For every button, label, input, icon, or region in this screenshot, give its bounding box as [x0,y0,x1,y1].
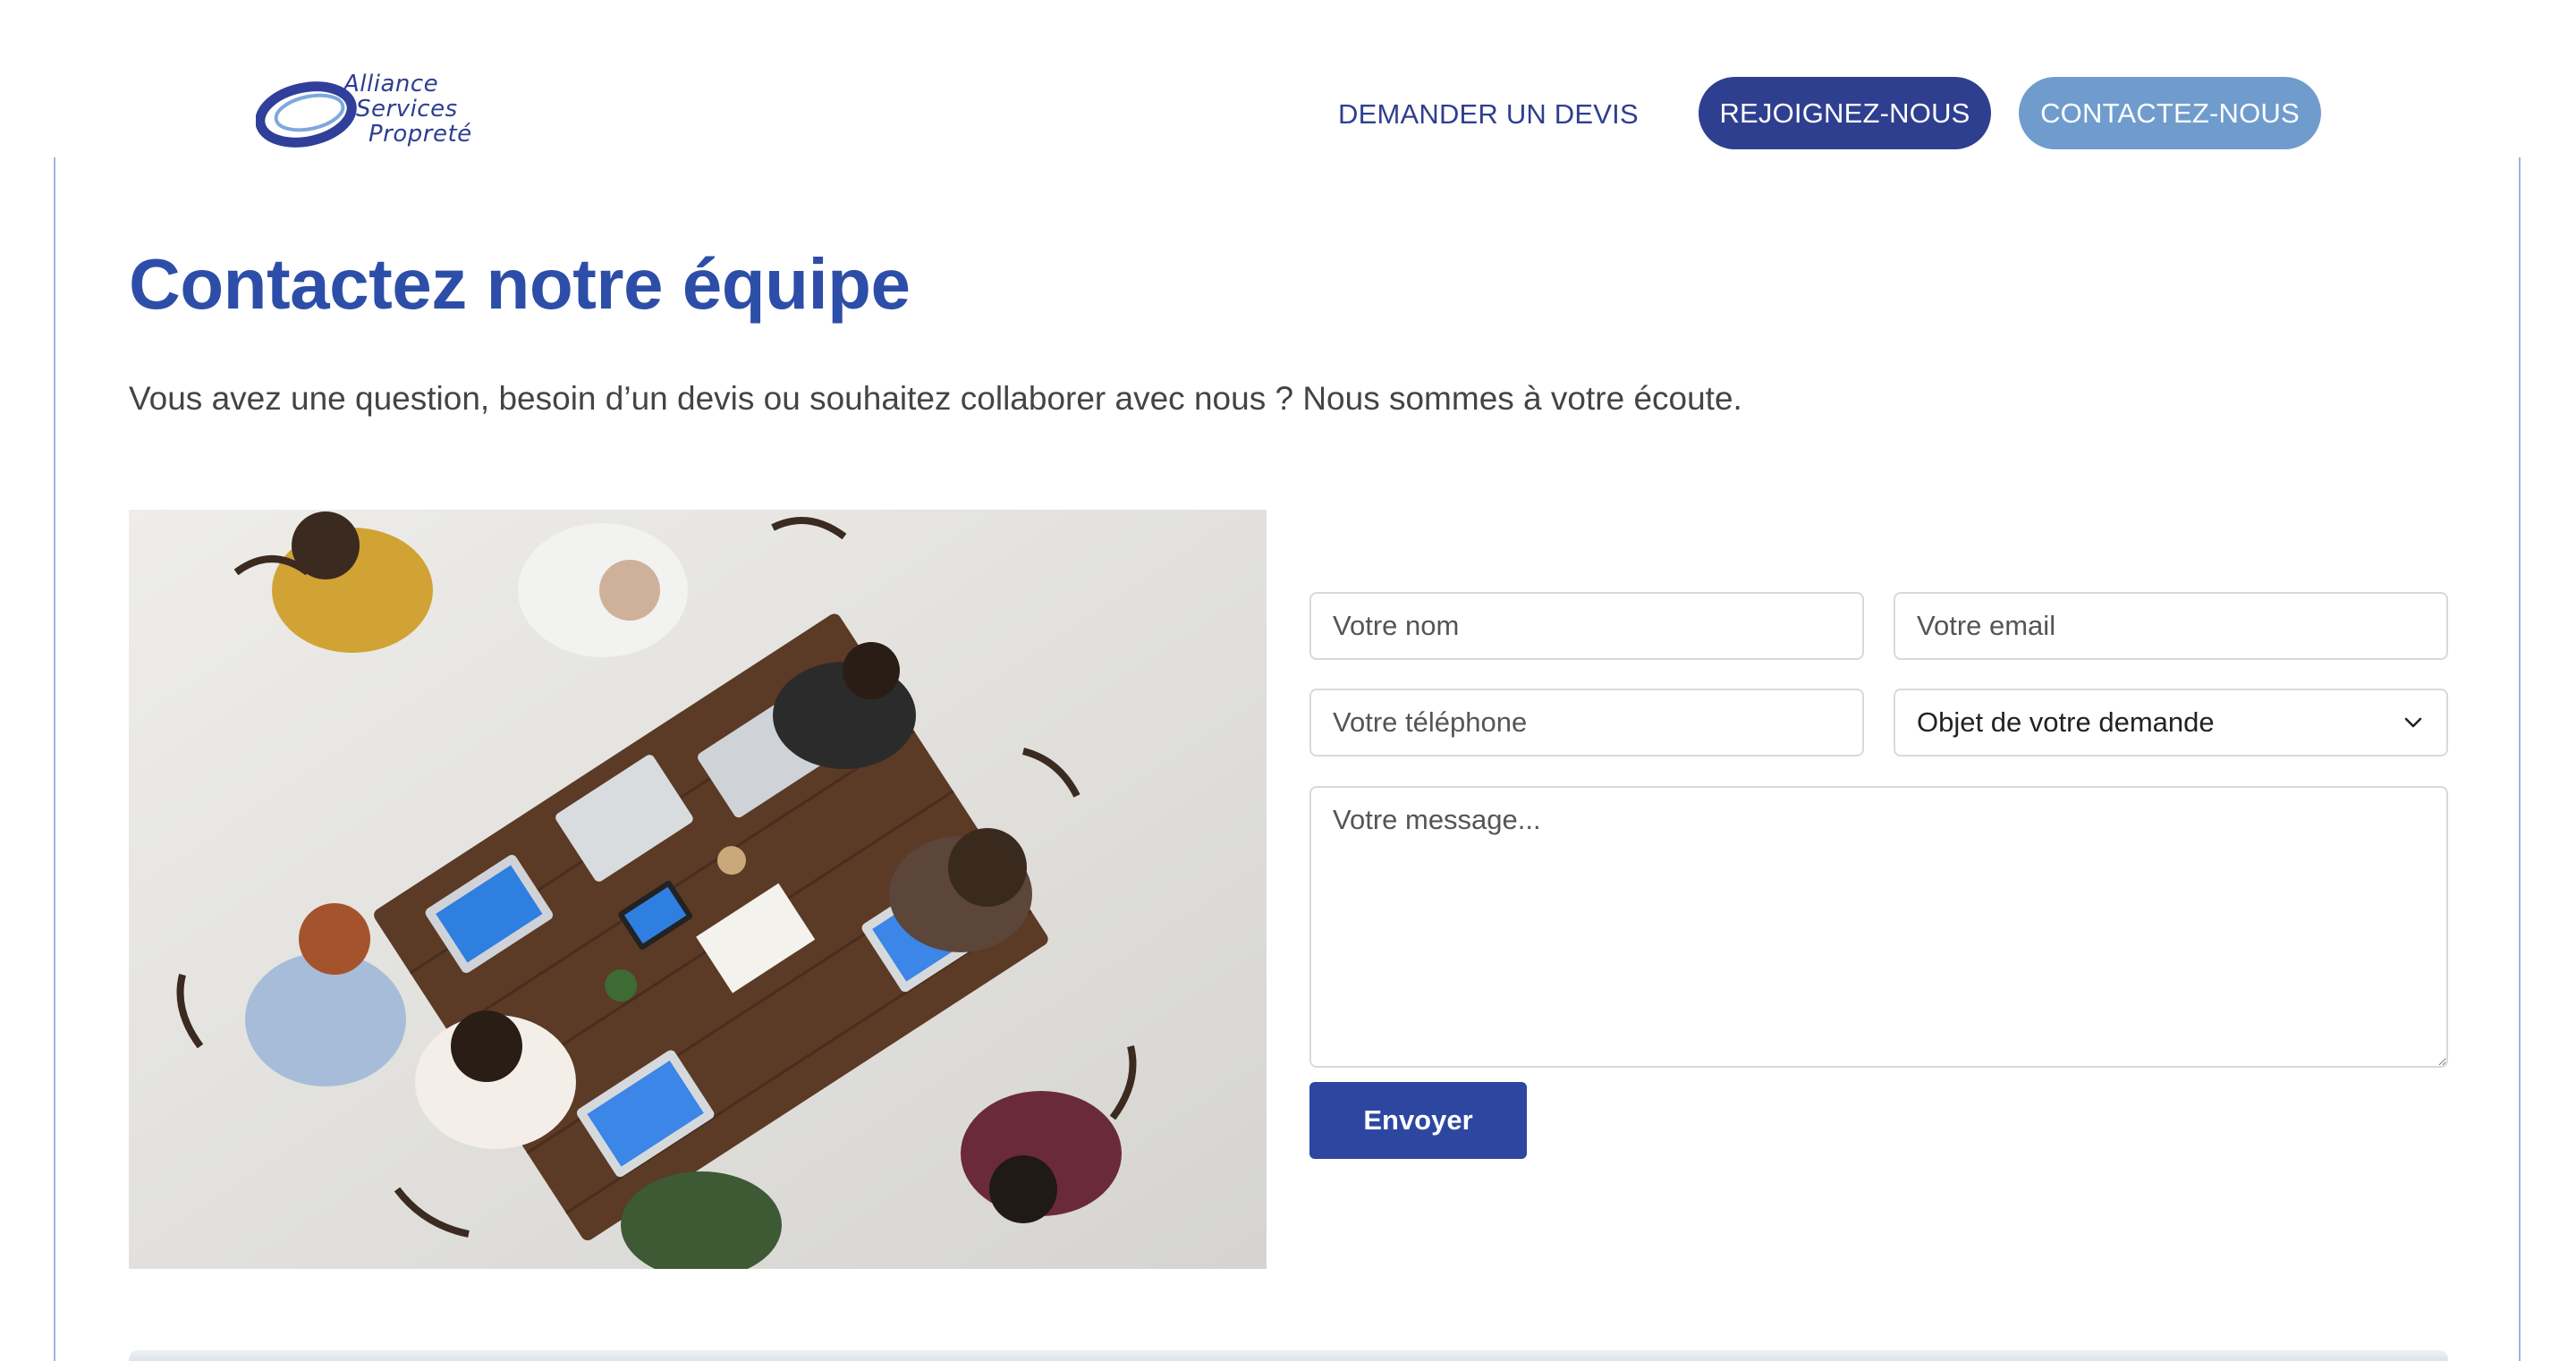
request-quote-link[interactable]: DEMANDER UN DEVIS [1338,92,1639,137]
team-meeting-photo [129,510,1267,1269]
message-textarea[interactable] [1309,786,2448,1068]
logo-line-3: Propreté [369,121,472,148]
logo-line-2: Services [356,96,458,123]
contact-us-button[interactable]: CONTACTEZ-NOUS [2019,77,2321,149]
name-input[interactable] [1309,592,1864,660]
logo-wordmark: Alliance Services Propreté [343,72,472,147]
team-photo-illustration [129,510,1267,1269]
subject-selected-value: Objet de votre demande [1917,706,2215,738]
join-us-button[interactable]: REJOIGNEZ-NOUS [1699,77,1991,149]
email-input[interactable] [1894,592,2448,660]
site-header: Alliance Services Propreté DEMANDER UN D… [0,0,2576,157]
logo-line-1: Alliance [343,71,439,97]
page-title: Contactez notre équipe [129,244,911,324]
next-section-edge [129,1350,2448,1361]
brand-logo[interactable]: Alliance Services Propreté [256,72,524,148]
page-subtitle: Vous avez une question, besoin d’un devi… [129,380,1742,417]
chevron-down-icon [2404,717,2422,728]
send-button[interactable]: Envoyer [1309,1082,1527,1159]
phone-input[interactable] [1309,689,1864,757]
subject-select[interactable]: Objet de votre demande [1894,689,2448,757]
